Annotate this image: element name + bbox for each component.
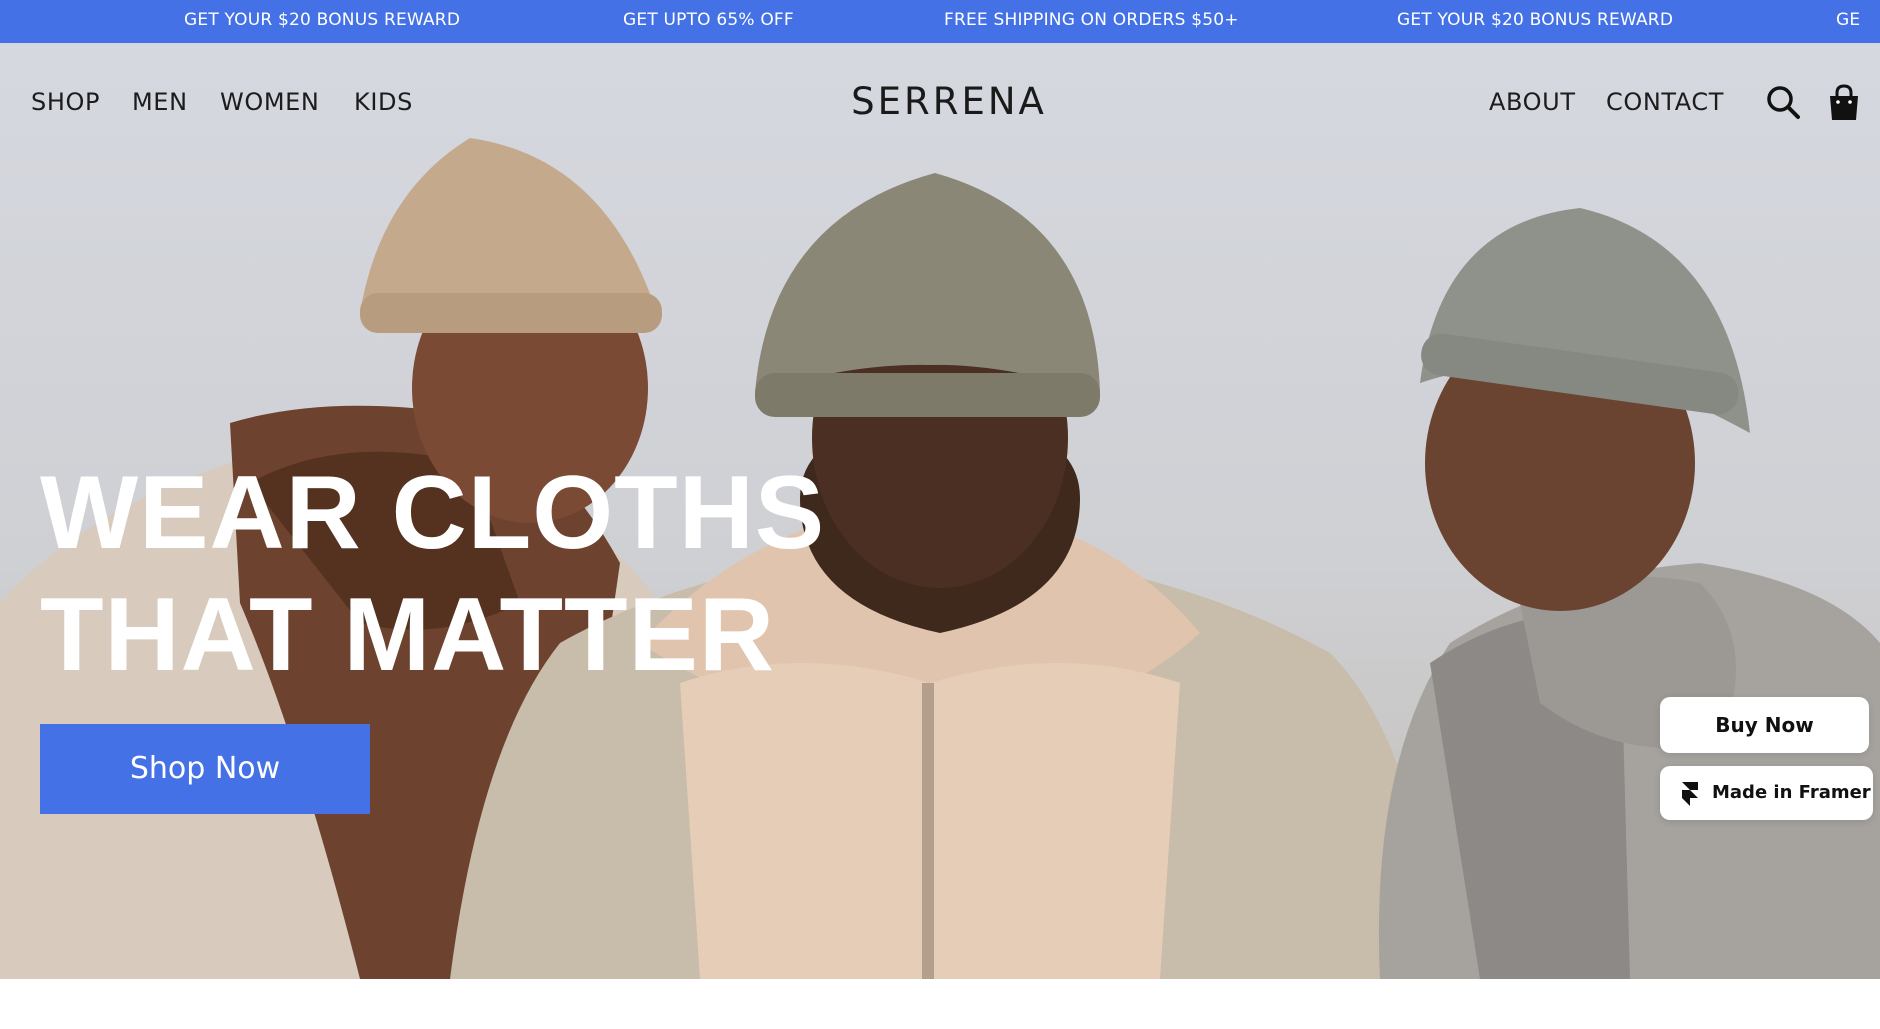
search-button[interactable] [1764,83,1804,123]
announcement-bar: GET YOUR $20 BONUS REWARD GET UPTO 65% O… [0,0,1880,43]
framer-logo-icon [1682,782,1698,806]
shop-now-button[interactable]: Shop Now [40,724,370,814]
nav-link-men[interactable]: MEN [132,82,188,122]
announcement-message: GET YOUR $20 BONUS REWARD [1397,10,1674,30]
announcement-message: GET YOUR $20 BONUS REWARD [184,10,461,30]
search-icon [1767,86,1800,119]
cart-button[interactable] [1826,83,1866,123]
buy-now-button[interactable]: Buy Now [1660,697,1869,753]
shopping-bag-icon [1830,84,1858,120]
nav-link-women[interactable]: WOMEN [220,82,319,122]
nav-link-kids[interactable]: KIDS [354,82,413,122]
announcement-message: GET UPTO 65% OFF [623,10,794,30]
nav-link-about[interactable]: ABOUT [1489,82,1576,122]
hero-headline: WEAR CLOTHS THAT MATTER [40,452,825,696]
nav-link-contact[interactable]: CONTACT [1606,82,1724,122]
made-in-framer-label: Made in Framer [1712,782,1871,803]
made-in-framer-badge[interactable]: Made in Framer [1660,766,1873,820]
nav-link-shop[interactable]: SHOP [31,82,100,122]
announcement-message: FREE SHIPPING ON ORDERS $50+ [944,10,1239,30]
announcement-message: GE [1836,10,1861,30]
hero-headline-line: WEAR CLOTHS [40,455,826,571]
hero-headline-line: THAT MATTER [40,577,775,693]
